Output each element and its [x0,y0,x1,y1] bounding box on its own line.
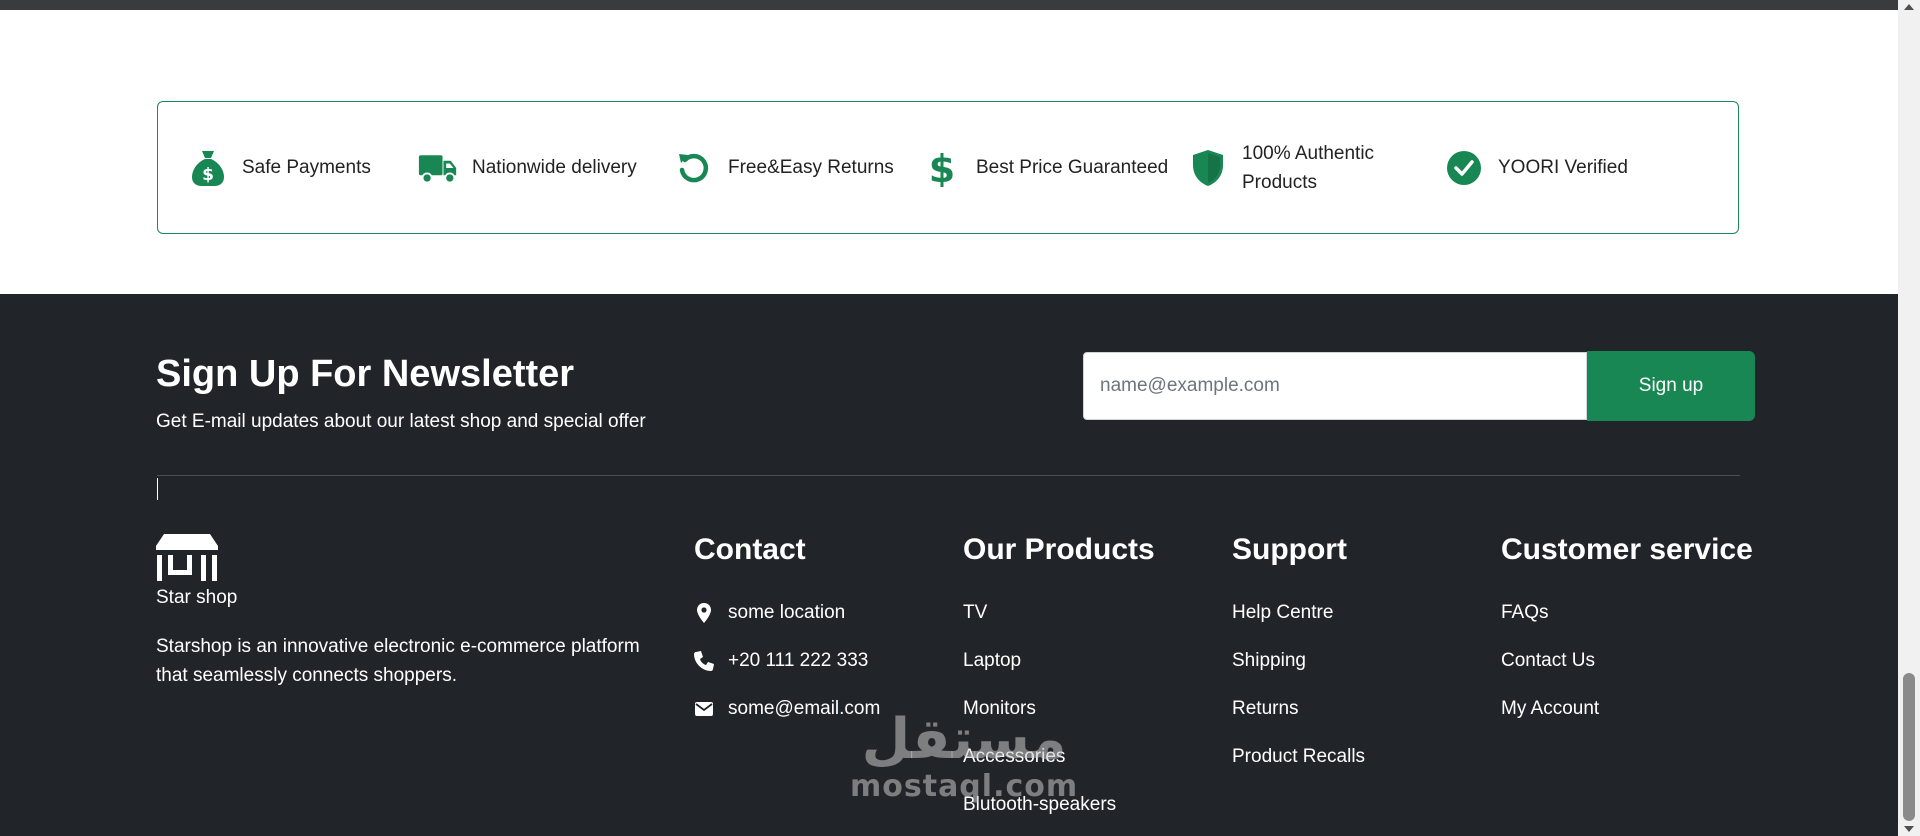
footer-link[interactable]: Product Recalls [1232,746,1365,768]
support-link-help-centre: Help Centre [1232,589,1365,637]
contact-location: some location [694,589,880,637]
contact-email: some@email.com [694,685,880,733]
scroll-down-arrow-icon[interactable] [1904,826,1914,832]
service-link-my-account: My Account [1501,685,1753,733]
customer-service-column: Customer service FAQs Contact Us My Acco… [1501,532,1753,733]
support-title: Support [1232,533,1347,566]
brand-name: Star shop [156,587,238,608]
envelope-icon [694,702,714,716]
features-section: $ Safe Payments Nationwide delivery Free… [0,10,1898,294]
support-link-product-recalls: Product Recalls [1232,733,1365,781]
browser-top-bar [0,0,1898,10]
features-box: $ Safe Payments Nationwide delivery Free… [157,101,1739,234]
footer-link[interactable]: FAQs [1501,602,1549,624]
service-link-contact-us: Contact Us [1501,637,1753,685]
products-link-speakers: Blutooth-speakers [963,781,1155,829]
dollar-icon: $ [922,148,962,188]
check-circle-icon [1444,148,1484,188]
contact-column: Contact some location +20 111 222 333 so… [694,532,880,733]
footer-link[interactable]: Returns [1232,698,1299,720]
footer-link[interactable]: Contact Us [1501,650,1595,672]
rotate-icon [674,148,714,188]
scrollbar-thumb[interactable] [1903,673,1915,821]
footer-link[interactable]: Laptop [963,650,1021,672]
customer-service-title: Customer service [1501,533,1753,566]
contact-location-text: some location [728,602,846,623]
phone-icon [694,651,714,671]
brand-description: Starshop is an innovative electronic e-c… [156,636,640,686]
products-column: Our Products TV Laptop Monitors Accessor… [963,532,1155,829]
feature-nationwide-delivery: Nationwide delivery [418,148,674,188]
money-bag-icon: $ [188,148,228,188]
footer-link[interactable]: Help Centre [1232,602,1333,624]
feature-label: 100% Authentic Products [1242,142,1375,193]
newsletter-title: Sign Up For Newsletter [156,353,575,395]
feature-best-price: $ Best Price Guaranteed [922,148,1188,188]
footer: Sign Up For Newsletter Get E-mail update… [0,294,1898,836]
products-link-monitors: Monitors [963,685,1155,733]
newsletter-subtitle: Get E-mail updates about our latest shop… [156,411,646,432]
feature-label: Nationwide delivery [472,156,637,178]
svg-text:$: $ [202,165,214,185]
feature-label: Safe Payments [242,156,371,178]
contact-phone: +20 111 222 333 [694,637,880,685]
feature-authentic-products: 100% Authentic Products [1188,139,1444,197]
support-link-returns: Returns [1232,685,1365,733]
footer-link[interactable]: Monitors [963,698,1036,720]
contact-phone-text[interactable]: +20 111 222 333 [728,650,868,672]
signup-button[interactable]: Sign up [1587,351,1755,421]
feature-label: YOORI Verified [1498,156,1628,178]
contact-title: Contact [694,533,806,566]
contact-email-text[interactable]: some@email.com [728,698,880,720]
feature-safe-payments: $ Safe Payments [188,148,418,188]
shield-icon [1188,148,1228,188]
support-link-shipping: Shipping [1232,637,1365,685]
feature-label: Free&Easy Returns [728,156,894,178]
feature-free-returns: Free&Easy Returns [674,148,922,188]
svg-text:$: $ [929,149,955,187]
scroll-up-arrow-icon[interactable] [1904,4,1914,10]
footer-link[interactable]: My Account [1501,698,1599,720]
feature-label: Best Price Guaranteed [976,156,1169,178]
footer-link[interactable]: TV [963,602,987,624]
products-link-tv: TV [963,589,1155,637]
support-column: Support Help Centre Shipping Returns Pro… [1232,532,1365,781]
feature-yoori-verified: YOORI Verified [1444,148,1644,188]
shop-icon [156,534,218,587]
footer-link[interactable]: Accessories [963,746,1065,768]
service-link-faqs: FAQs [1501,589,1753,637]
products-link-accessories: Accessories [963,733,1155,781]
footer-link[interactable]: Shipping [1232,650,1306,672]
newsletter-form: Sign up [1083,351,1755,421]
footer-link[interactable]: Blutooth-speakers [963,794,1116,816]
products-link-laptop: Laptop [963,637,1155,685]
text-cursor-mark [157,478,158,500]
page-scrollbar[interactable] [1898,0,1920,836]
truck-icon [418,148,458,188]
footer-divider [157,475,1740,476]
location-pin-icon [694,603,714,623]
newsletter-email-input[interactable] [1083,352,1587,420]
products-title: Our Products [963,533,1155,566]
